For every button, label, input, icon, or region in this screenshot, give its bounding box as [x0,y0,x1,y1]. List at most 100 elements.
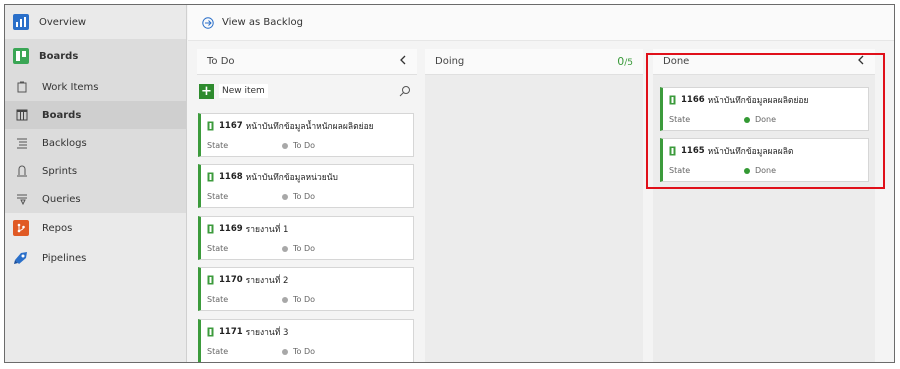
work-item-title[interactable]: หน้าบันทึกข้อมูลหน่วยนับ [246,170,338,184]
work-items-icon [15,80,29,94]
sidebar-item-label: Boards [39,50,79,62]
board-icon [15,108,29,122]
work-item-title[interactable]: หน้าบันทึกข้อมูลผลผลิต [708,144,794,158]
state-label: State [207,244,229,253]
work-item-id: 1166 [681,95,705,105]
boards-hub-icon [13,48,29,64]
state-dot [282,245,288,252]
work-item-card[interactable]: 1171 รายงานที่ 3 State To Do [198,319,414,362]
pipelines-icon [13,250,29,266]
collapse-column-button[interactable] [857,55,865,68]
wip-count: 0/5 [617,55,633,68]
state-dot [282,348,288,355]
sidebar-item-sprints[interactable]: Sprints [5,157,186,185]
work-item-title[interactable]: หน้าบันทึกข้อมูลน้ำหนักผลผลิตย่อย [246,119,374,133]
work-item-card[interactable]: 1167 หน้าบันทึกข้อมูลน้ำหนักผลผลิตย่อย S… [198,113,414,157]
work-item-card[interactable]: 1169 รายงานที่ 1 State To Do [198,216,414,260]
sidebar-item-label: Work Items [42,81,99,93]
sidebar-item-work-items[interactable]: Work Items [5,73,186,101]
sidebar-item-label: Sprints [42,165,78,177]
board-columns: To Do + New item 1167 หน้าบันทึกข้อมูลน้… [188,49,894,362]
work-item-title[interactable]: รายงานที่ 2 [246,273,289,287]
trophy-icon [207,172,214,182]
column-doing: Doing 0/5 [425,49,643,362]
chevron-left-icon [858,55,864,65]
work-item-id: 1167 [219,121,243,131]
column-done: Done 1166 หน้าบันทึกข้อมูลผลผลิตย่อย Sta… [653,49,875,362]
sidebar-item-label: Queries [42,193,81,205]
sidebar-item-label: Backlogs [42,137,87,149]
state-value: To Do [293,347,316,356]
sidebar-item-pipelines[interactable]: Pipelines [5,243,186,273]
sidebar-item-queries[interactable]: Queries [5,185,186,213]
view-as-backlog-link[interactable]: View as Backlog [202,16,303,29]
collapse-column-button[interactable] [399,55,407,68]
sidebar-item-repos[interactable]: Repos [5,213,186,243]
state-label: State [669,166,691,175]
column-header-todo: To Do [197,49,417,75]
sidebar: Overview Boards Work Items Boards Backlo… [5,5,187,362]
sidebar-item-label: Repos [42,222,73,234]
overview-icon [13,14,29,30]
column-title: To Do [207,56,235,67]
column-title: Done [663,56,690,67]
work-item-card[interactable]: 1166 หน้าบันทึกข้อมูลผลผลิตย่อย State Do… [660,87,869,131]
state-label: State [207,347,229,356]
column-header-done: Done [653,49,875,75]
column-title: Doing [435,56,465,67]
work-item-id: 1170 [219,275,243,285]
state-value: Done [755,166,777,175]
state-value: To Do [293,192,316,201]
board-toolbar: View as Backlog [188,5,894,41]
new-item-row: + New item [199,80,417,102]
column-todo: To Do + New item 1167 หน้าบันทึกข้อมูลน้… [197,49,417,362]
search-icon[interactable] [399,85,411,97]
sidebar-item-label: Pipelines [42,252,87,264]
app-frame: Overview Boards Work Items Boards Backlo… [4,4,895,363]
state-value: To Do [293,244,316,253]
sidebar-item-backlogs[interactable]: Backlogs [5,129,186,157]
state-label: State [207,192,229,201]
work-item-id: 1165 [681,146,705,156]
work-item-card[interactable]: 1168 หน้าบันทึกข้อมูลหน่วยนับ State To D… [198,164,414,208]
sidebar-item-boards[interactable]: Boards [5,101,186,129]
work-item-title[interactable]: รายงานที่ 1 [246,222,289,236]
work-item-card[interactable]: 1165 หน้าบันทึกข้อมูลผลผลิต State Done [660,138,869,182]
state-label: State [207,295,229,304]
column-body-done: 1166 หน้าบันทึกข้อมูลผลผลิตย่อย State Do… [653,75,875,362]
trophy-icon [207,224,214,234]
state-dot [744,167,750,174]
repos-icon [13,220,29,236]
sidebar-item-label: Overview [39,16,87,28]
chevron-left-icon [400,55,406,65]
state-value: To Do [293,295,316,304]
state-dot [282,142,288,149]
work-item-title[interactable]: หน้าบันทึกข้อมูลผลผลิตย่อย [708,93,809,107]
sprint-icon [15,164,29,178]
state-label: State [669,115,691,124]
sidebar-item-boards-hub[interactable]: Boards [5,39,186,73]
work-item-id: 1168 [219,172,243,182]
trophy-icon [669,95,676,105]
work-item-card[interactable]: 1170 รายงานที่ 2 State To Do [198,267,414,311]
view-as-backlog-label: View as Backlog [222,17,303,28]
work-item-id: 1171 [219,327,243,337]
trophy-icon [207,327,214,337]
column-body-doing [425,75,643,362]
state-dot [282,296,288,303]
new-item-button[interactable]: + [199,83,214,99]
board-area: View as Backlog To Do + New item 1167 หน… [188,5,894,362]
state-value: Done [755,115,777,124]
state-dot [744,116,750,123]
state-value: To Do [293,141,316,150]
column-body-todo: + New item 1167 หน้าบันทึกข้อมูลน้ำหนักผ… [197,75,417,362]
state-label: State [207,141,229,150]
trophy-icon [207,275,214,285]
new-item-label[interactable]: New item [219,84,268,98]
trophy-icon [207,121,214,131]
trophy-icon [669,146,676,156]
sidebar-item-overview[interactable]: Overview [5,5,186,39]
query-icon [15,192,29,206]
work-item-title[interactable]: รายงานที่ 3 [246,325,289,339]
sidebar-item-label: Boards [42,109,82,121]
